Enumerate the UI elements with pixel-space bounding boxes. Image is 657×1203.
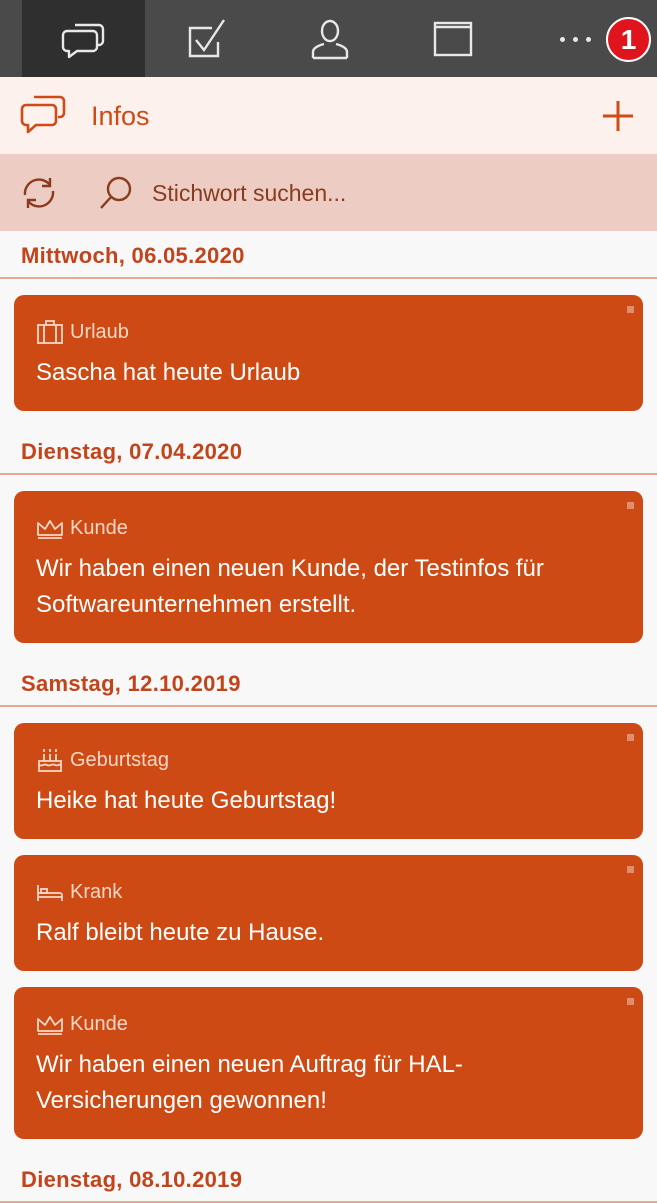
page-header: Infos (0, 77, 657, 154)
card-text: Heike hat heute Geburtstag! (36, 787, 337, 814)
unread-indicator (627, 734, 634, 741)
date-header: Samstag, 12.10.2019 (0, 659, 657, 707)
info-feed: Mittwoch, 06.05.2020 Urlaub Sascha hat heu… (0, 231, 657, 1203)
unread-indicator (627, 306, 634, 313)
tab-tasks[interactable] (145, 0, 268, 77)
window-icon (433, 21, 472, 56)
more-dots-icon (559, 36, 565, 42)
date-header: Mittwoch, 06.05.2020 (0, 231, 657, 279)
card-category: Krank (36, 879, 621, 905)
card-text: Ralf bleibt heute zu Hause. (36, 919, 325, 946)
chat-icon (61, 23, 104, 58)
category-label: Kunde (70, 516, 128, 539)
crown-icon (36, 1011, 70, 1037)
info-card[interactable]: Krank Ralf bleibt heute zu Hause. (14, 855, 643, 971)
card-category: Kunde (36, 1011, 621, 1037)
more-menu-button[interactable] (555, 24, 595, 54)
category-label: Geburtstag (70, 748, 169, 771)
tab-contacts[interactable] (268, 0, 391, 77)
search-input[interactable] (152, 175, 622, 211)
info-card[interactable]: Kunde Wir haben einen neuen Auftrag für H… (14, 987, 643, 1139)
unread-indicator (627, 866, 634, 873)
unread-indicator (627, 998, 634, 1005)
date-header: Dienstag, 08.10.2019 (0, 1155, 657, 1203)
search-icon[interactable] (98, 175, 134, 211)
search-bar (0, 154, 657, 231)
person-icon (311, 19, 348, 59)
card-text: Wir haben einen neuen Auftrag für HAL-Ve… (36, 1051, 463, 1114)
crown-icon (36, 515, 70, 541)
category-label: Krank (70, 880, 123, 903)
card-category: Urlaub (36, 319, 621, 345)
suitcase-icon (36, 319, 70, 345)
info-card[interactable]: Kunde Wir haben einen neuen Kunde, der Te… (14, 491, 643, 643)
refresh-icon[interactable] (19, 173, 59, 213)
card-text: Sascha hat heute Urlaub (36, 359, 301, 386)
card-text: Wir haben einen neuen Kunde, der Testinf… (36, 555, 544, 618)
tab-window[interactable] (391, 0, 514, 77)
add-icon[interactable] (601, 99, 635, 133)
chat-icon (20, 95, 66, 134)
notification-badge[interactable]: 1 (606, 17, 651, 62)
bed-icon (36, 879, 70, 905)
info-card[interactable]: Urlaub Sascha hat heute Urlaub (14, 295, 643, 411)
category-label: Kunde (70, 1012, 128, 1035)
tab-infos[interactable] (22, 0, 145, 77)
date-header: Dienstag, 07.04.2020 (0, 427, 657, 475)
cake-icon (36, 747, 70, 773)
info-card[interactable]: Geburtstag Heike hat heute Geburtstag! (14, 723, 643, 839)
card-category: Geburtstag (36, 747, 621, 773)
card-category: Kunde (36, 515, 621, 541)
page-title: Infos (91, 101, 150, 131)
unread-indicator (627, 502, 634, 509)
checkbox-icon (188, 18, 225, 57)
category-label: Urlaub (70, 320, 129, 343)
top-nav-bar: 1 (0, 0, 657, 77)
